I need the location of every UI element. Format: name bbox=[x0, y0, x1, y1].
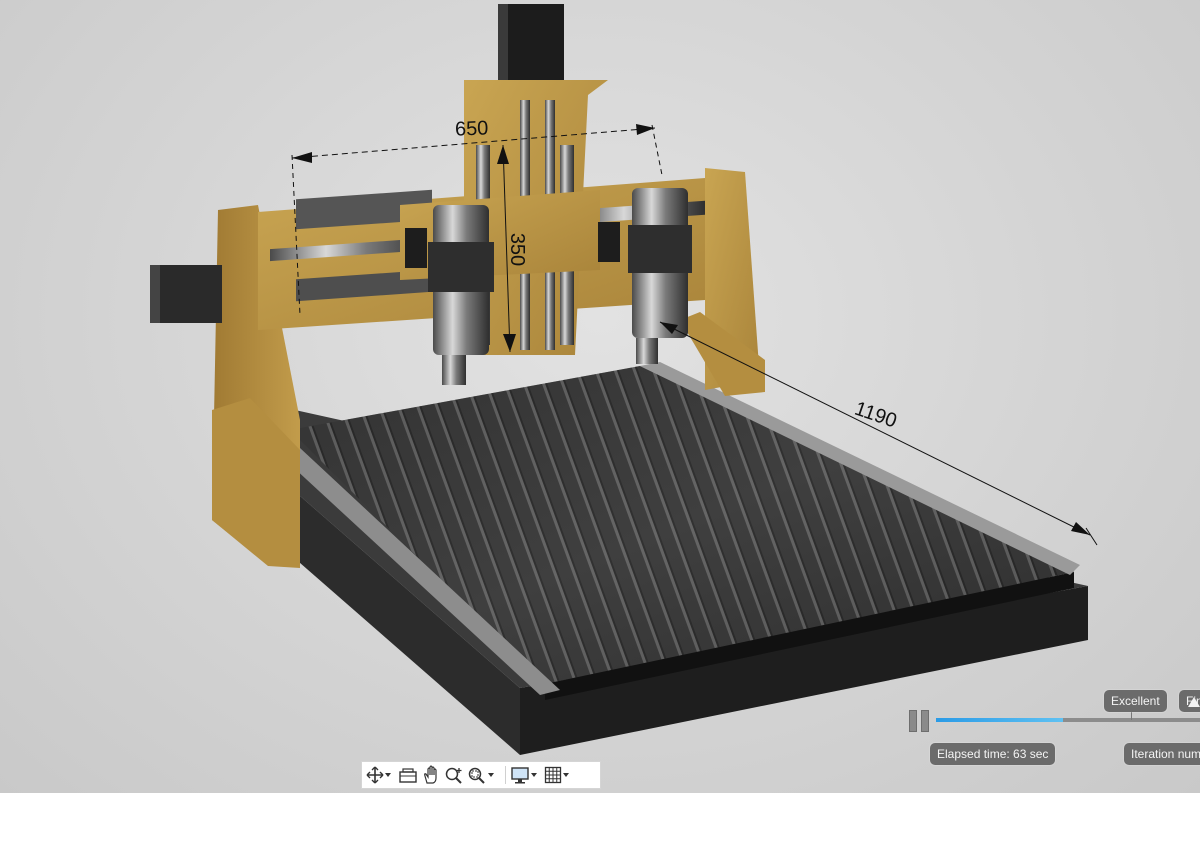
display-settings-icon bbox=[511, 767, 529, 784]
zoom-button[interactable] bbox=[444, 763, 464, 787]
cnc-machine-render bbox=[150, 4, 1098, 755]
dimension-label-width: 650 bbox=[454, 117, 489, 141]
chevron-down-icon[interactable] bbox=[563, 773, 569, 777]
navigation-toolbar bbox=[361, 761, 601, 789]
render-viewport[interactable]: 650 350 1190 Excellent Fin Elapsed time:… bbox=[0, 0, 1200, 793]
quality-tick bbox=[1131, 712, 1132, 720]
look-at-icon bbox=[399, 768, 417, 783]
orbit-button[interactable] bbox=[366, 763, 395, 787]
elapsed-time-badge: Elapsed time: 63 sec bbox=[930, 743, 1056, 765]
pan-button[interactable] bbox=[421, 763, 441, 787]
chevron-down-icon[interactable] bbox=[531, 773, 537, 777]
look-at-button[interactable] bbox=[398, 763, 418, 787]
zoom-icon bbox=[445, 767, 462, 784]
zoom-window-button[interactable] bbox=[467, 763, 498, 787]
grid-icon bbox=[544, 766, 562, 784]
quality-label-excellent[interactable]: Excellent bbox=[1104, 690, 1167, 712]
quality-marker-icon[interactable] bbox=[1188, 697, 1200, 707]
dimension-label-height: 350 bbox=[506, 232, 529, 267]
chevron-down-icon[interactable] bbox=[385, 773, 391, 777]
chevron-down-icon[interactable] bbox=[488, 773, 494, 777]
render-progress-fill bbox=[936, 718, 1063, 722]
iteration-number-badge: Iteration num bbox=[1124, 743, 1200, 765]
display-settings-button[interactable] bbox=[510, 763, 541, 787]
zoom-window-icon bbox=[468, 767, 485, 784]
orbit-icon bbox=[366, 766, 384, 784]
pan-icon bbox=[424, 765, 437, 784]
pause-icon[interactable] bbox=[908, 709, 930, 733]
toolbar-divider bbox=[505, 766, 506, 784]
render-progress-bar bbox=[936, 718, 1200, 722]
blank-margin bbox=[0, 793, 1200, 848]
grid-button[interactable] bbox=[544, 763, 573, 787]
